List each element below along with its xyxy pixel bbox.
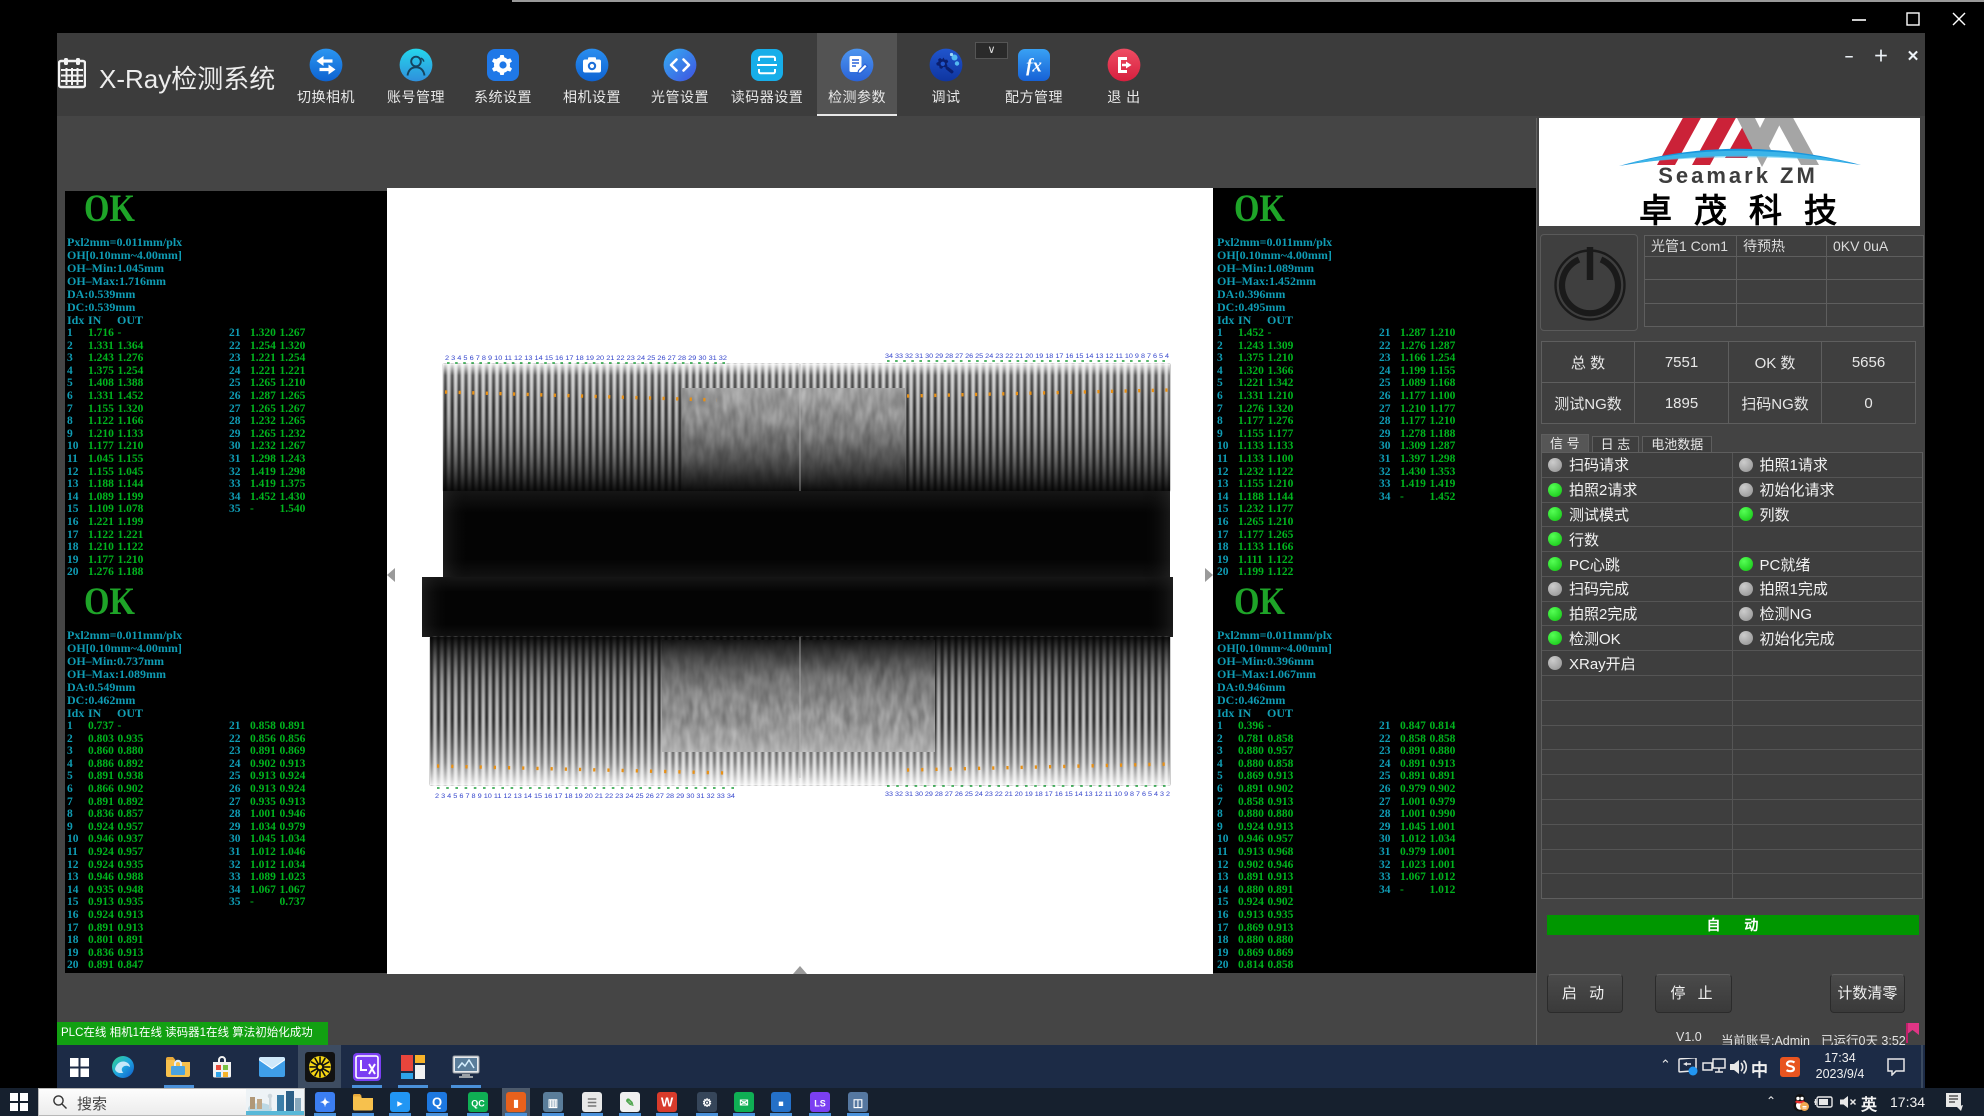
svg-text:☰: ☰ bbox=[587, 1098, 597, 1110]
svg-text:Q: Q bbox=[432, 1095, 442, 1110]
svg-text:fx: fx bbox=[1026, 56, 1042, 77]
svg-text:LS: LS bbox=[814, 1099, 826, 1109]
svg-text:◫: ◫ bbox=[853, 1098, 863, 1110]
svg-text:2 3 4 5 6 7 8 9 10 11 12 13 14: 2 3 4 5 6 7 8 9 10 11 12 13 14 15 16 17 … bbox=[435, 793, 735, 800]
svg-text:■: ■ bbox=[778, 1099, 783, 1109]
svg-text:卓茂科技: 卓茂科技 bbox=[1639, 192, 1859, 226]
svg-text:QC: QC bbox=[471, 1099, 485, 1109]
svg-text:✦: ✦ bbox=[320, 1096, 330, 1110]
svg-text:34 33 32 31 30 29 28 27 26 25: 34 33 32 31 30 29 28 27 26 25 24 23 22 2… bbox=[885, 353, 1169, 360]
svg-text:▥: ▥ bbox=[548, 1098, 558, 1110]
svg-text:✎: ✎ bbox=[625, 1098, 634, 1110]
svg-text:►: ► bbox=[396, 1099, 405, 1109]
svg-text:▮: ▮ bbox=[513, 1099, 519, 1110]
svg-text:33 32 31 30 29 28 27 26 25 24: 33 32 31 30 29 28 27 26 25 24 23 22 21 2… bbox=[885, 791, 1170, 798]
svg-text:W: W bbox=[661, 1095, 674, 1110]
svg-text:⚙: ⚙ bbox=[702, 1098, 712, 1110]
svg-text:✉: ✉ bbox=[739, 1098, 748, 1110]
svg-text:Seamark ZM: Seamark ZM bbox=[1658, 163, 1818, 188]
svg-text:2 3 4 5 6 7 8 9 10 11 12 13 14: 2 3 4 5 6 7 8 9 10 11 12 13 14 15 16 17 … bbox=[445, 355, 727, 362]
